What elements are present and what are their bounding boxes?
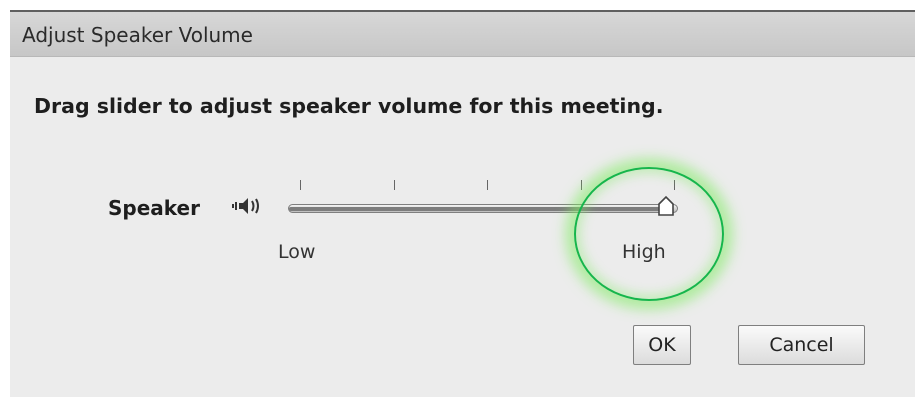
instruction-text: Drag slider to adjust speaker volume for… <box>34 94 664 118</box>
speaker-volume-slider[interactable] <box>288 180 688 230</box>
slider-fill <box>289 207 665 211</box>
ok-button[interactable]: OK <box>633 325 691 365</box>
slider-high-label: High <box>622 241 666 263</box>
slider-thumb[interactable] <box>657 195 675 217</box>
speaker-volume-icon <box>232 198 259 214</box>
cancel-button[interactable]: Cancel <box>738 325 865 365</box>
dialog-title: Adjust Speaker Volume <box>22 23 253 47</box>
dialog-titlebar[interactable]: Adjust Speaker Volume <box>10 12 915 57</box>
slider-tick <box>581 180 582 190</box>
slider-tick <box>487 180 488 190</box>
speaker-label: Speaker <box>108 196 200 220</box>
adjust-speaker-volume-dialog: Adjust Speaker Volume Drag slider to adj… <box>10 10 915 397</box>
slider-low-label: Low <box>278 241 316 263</box>
slider-tick <box>674 180 675 190</box>
slider-tick <box>394 180 395 190</box>
slider-tick <box>300 180 301 190</box>
